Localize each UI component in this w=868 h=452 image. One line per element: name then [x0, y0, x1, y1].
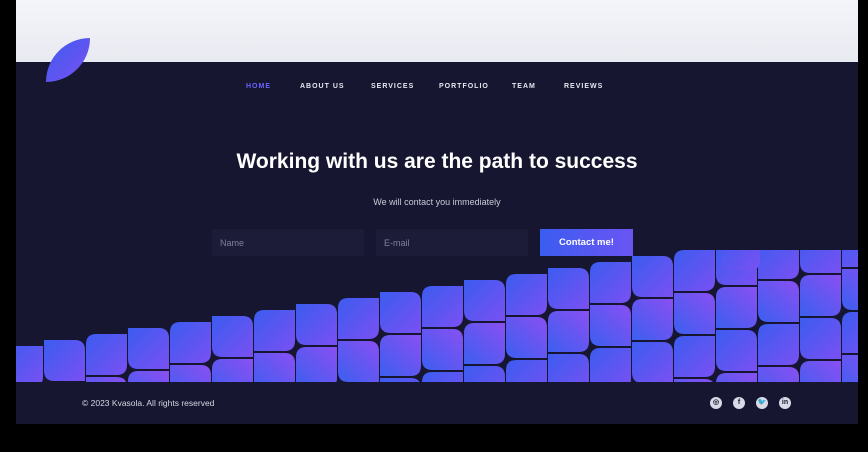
decorative-leaf [170, 365, 211, 382]
decorative-leaf [722, 250, 760, 270]
page-frame: HOME ABOUT US SERVICES PORTFOLIO TEAM RE… [16, 0, 858, 424]
facebook-icon[interactable]: f [733, 397, 745, 409]
hero-title: Working with us are the path to success [236, 150, 638, 173]
decorative-leaf [464, 280, 505, 321]
decorative-leaf [716, 373, 757, 382]
decorative-leaf [212, 316, 253, 357]
decorative-leaf [800, 250, 841, 273]
nav-item-reviews[interactable]: REVIEWS [564, 83, 603, 90]
decorative-leaf [338, 298, 379, 339]
decorative-leaf [842, 269, 858, 310]
nav-item-team[interactable]: TEAM [512, 83, 536, 90]
decorative-leaf [674, 293, 715, 334]
decorative-leaf [170, 322, 211, 363]
footer: © 2023 Kvasola. All rights reserved ◎ f … [16, 382, 858, 424]
decorative-leaf [674, 336, 715, 377]
decorative-leaf [128, 328, 169, 369]
decorative-leaf [296, 347, 337, 382]
top-section [16, 0, 858, 62]
decorative-leaf [716, 330, 757, 371]
decorative-leaf [44, 340, 85, 381]
decorative-leaf [716, 287, 757, 328]
nav-item-portfolio[interactable]: PORTFOLIO [439, 83, 489, 90]
decorative-leaf [254, 310, 295, 351]
decorative-leaf [842, 312, 858, 353]
decorative-leaf [632, 342, 673, 382]
decorative-leaf [758, 324, 799, 365]
decorative-leaf [464, 366, 505, 382]
decorative-leaf [548, 268, 589, 309]
hero-subtitle: We will contact you immediately [373, 197, 501, 207]
decorative-leaf-pattern [16, 250, 858, 382]
copyright-text: © 2023 Kvasola. All rights reserved [82, 398, 215, 408]
decorative-leaf [254, 353, 295, 382]
decorative-leaf [128, 371, 169, 382]
decorative-leaf [632, 299, 673, 340]
decorative-leaf [758, 367, 799, 382]
instagram-icon[interactable]: ◎ [710, 397, 722, 409]
decorative-leaf [800, 361, 841, 382]
decorative-leaf [86, 334, 127, 375]
decorative-leaf [422, 286, 463, 327]
decorative-leaf [16, 346, 43, 382]
decorative-leaf [800, 318, 841, 359]
decorative-leaf [548, 311, 589, 352]
twitter-icon[interactable]: 🐦 [756, 397, 768, 409]
decorative-leaf [590, 262, 631, 303]
decorative-leaf [842, 250, 858, 267]
decorative-leaf [422, 372, 463, 382]
decorative-leaf [380, 335, 421, 376]
decorative-leaf [758, 281, 799, 322]
nav-item-about-us[interactable]: ABOUT US [300, 83, 345, 90]
decorative-leaf [464, 323, 505, 364]
main-nav: HOME ABOUT US SERVICES PORTFOLIO TEAM RE… [16, 83, 858, 95]
decorative-leaf [338, 341, 379, 382]
decorative-leaf [758, 250, 799, 279]
nav-item-home[interactable]: HOME [246, 83, 271, 90]
decorative-leaf [506, 360, 547, 382]
decorative-leaf [800, 275, 841, 316]
decorative-leaf [380, 292, 421, 333]
decorative-leaf [296, 304, 337, 345]
decorative-leaf [212, 359, 253, 382]
decorative-leaf [632, 256, 673, 297]
decorative-leaf [422, 329, 463, 370]
nav-item-services[interactable]: SERVICES [371, 83, 414, 90]
decorative-leaf [674, 250, 715, 291]
decorative-leaf [548, 354, 589, 382]
decorative-leaf [590, 348, 631, 382]
linkedin-icon[interactable]: in [779, 397, 791, 409]
decorative-leaf [506, 274, 547, 315]
decorative-leaf [590, 305, 631, 346]
decorative-leaf [506, 317, 547, 358]
decorative-leaf [842, 355, 858, 382]
